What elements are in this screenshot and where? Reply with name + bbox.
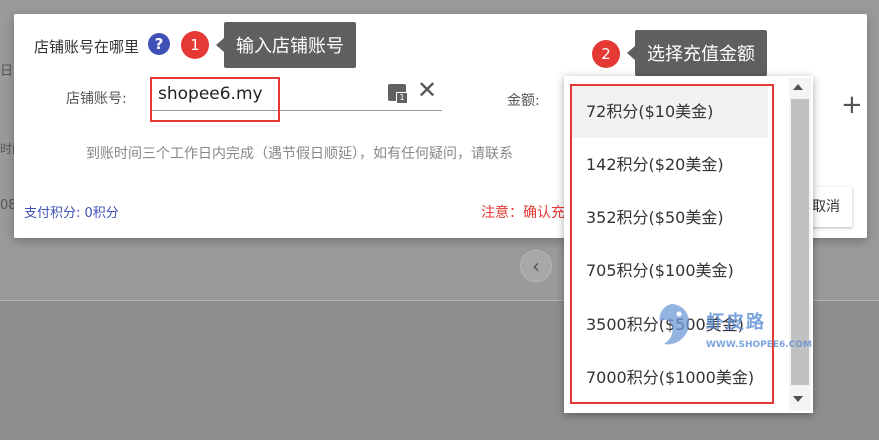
step-1-badge: 1 [181, 31, 209, 59]
watermark-brand: 虾皮路 [706, 312, 766, 333]
shop-account-input[interactable]: shopee6.my [158, 84, 263, 104]
payment-points: 支付积分: 0积分 [24, 206, 119, 221]
shop-account-label: 店铺账号: [66, 91, 127, 107]
step-2-callout: 选择充值金额 [627, 30, 767, 76]
shrimp-logo-icon [659, 304, 690, 345]
step-2-badge: 2 [592, 40, 620, 68]
account-card-icon[interactable] [388, 84, 408, 104]
arrival-notice: 到账时间三个工作日内完成（遇节假日顺延），如有任何疑问，请联系 [86, 146, 513, 162]
scroll-down-arrow-icon[interactable] [793, 396, 803, 402]
dialog-title: 店铺账号在哪里 [34, 38, 140, 56]
confirm-warning: 注意：确认充 [481, 205, 565, 221]
close-icon[interactable]: ✕ [417, 78, 437, 102]
watermark-url: WWW.SHOPEE6.COM [706, 340, 812, 350]
pagination-prev-button[interactable]: ‹ [520, 250, 552, 282]
step-1-callout: 输入店铺账号 [216, 22, 356, 68]
plus-icon[interactable]: + [841, 92, 863, 118]
amount-label: 金额: [507, 93, 540, 109]
scroll-up-arrow-icon[interactable] [793, 84, 803, 90]
question-circle-icon[interactable]: ? [148, 33, 170, 55]
options-highlight-frame [570, 84, 774, 404]
